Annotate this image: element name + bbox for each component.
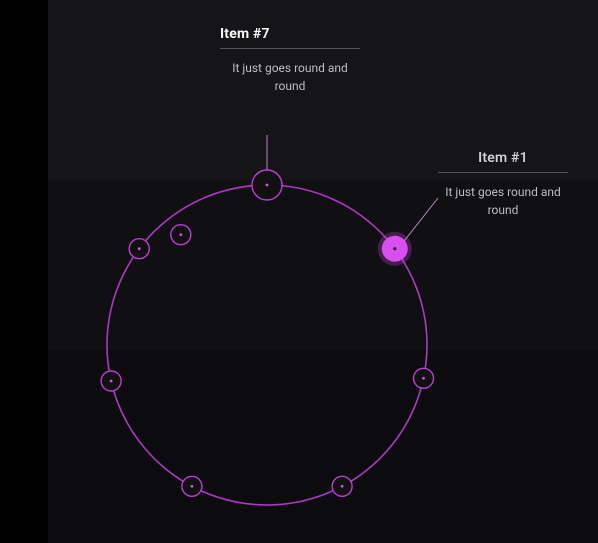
orbit-node-7[interactable] — [252, 170, 282, 200]
orbit-ring — [107, 185, 427, 505]
orbit-node-1[interactable] — [378, 232, 412, 266]
orbit-diagram — [0, 0, 598, 543]
orbit-node-4[interactable] — [182, 476, 202, 496]
leader-line-item-1 — [403, 198, 438, 243]
orbit-node-8[interactable] — [171, 225, 191, 245]
orbit-node-5[interactable] — [101, 371, 121, 391]
orbit-node-3[interactable] — [332, 476, 352, 496]
orbit-node-2[interactable] — [414, 368, 434, 388]
orbit-node-6[interactable] — [129, 239, 149, 259]
